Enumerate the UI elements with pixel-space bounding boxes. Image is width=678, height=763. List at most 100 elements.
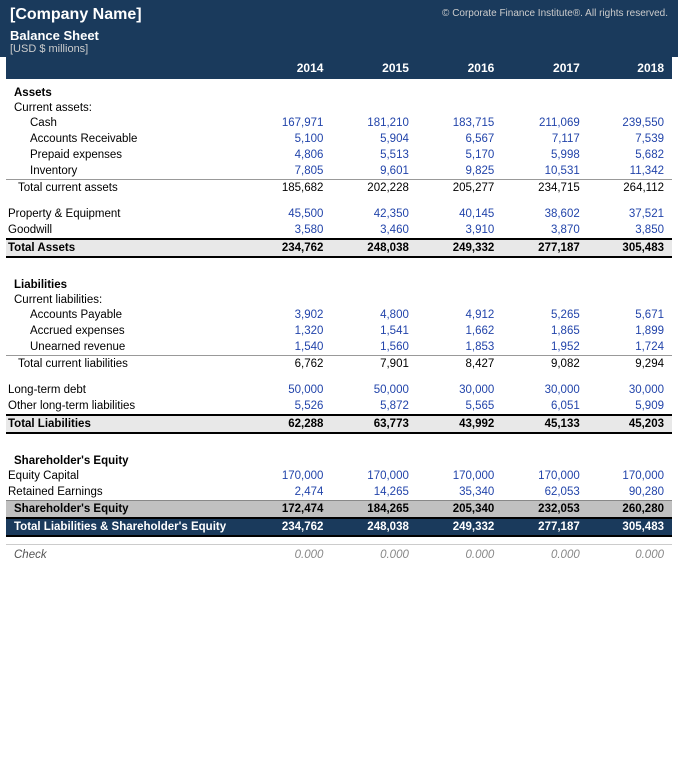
ar-2017: 7,117 [502, 131, 587, 147]
other-lt-2018: 5,909 [588, 398, 672, 415]
tcl-2018: 9,294 [588, 356, 672, 373]
retained-label: Retained Earnings [6, 484, 246, 501]
inventory-2016: 9,825 [417, 163, 502, 180]
ap-2015: 4,800 [331, 307, 416, 323]
check-2014: 0.000 [246, 544, 331, 563]
goodwill-2016: 3,910 [417, 222, 502, 239]
col-label [6, 57, 246, 79]
ltd-2017: 30,000 [502, 382, 587, 398]
re-2014: 2,474 [246, 484, 331, 501]
accrued-2014: 1,320 [246, 323, 331, 339]
total-liabilities-row: Total Liabilities 62,288 63,773 43,992 4… [6, 415, 672, 433]
accrued-2018: 1,899 [588, 323, 672, 339]
other-lt-2017: 6,051 [502, 398, 587, 415]
ppe-2015: 42,350 [331, 206, 416, 222]
ppe-2014: 45,500 [246, 206, 331, 222]
accrued-2016: 1,662 [417, 323, 502, 339]
other-lt-2014: 5,526 [246, 398, 331, 415]
accrued-2017: 1,865 [502, 323, 587, 339]
inventory-label: Inventory [6, 163, 246, 180]
ppe-2016: 40,145 [417, 206, 502, 222]
prepaid-2015: 5,513 [331, 147, 416, 163]
equity-capital-label: Equity Capital [6, 468, 246, 484]
ltd-2018: 30,000 [588, 382, 672, 398]
accrued-2015: 1,541 [331, 323, 416, 339]
col-2018: 2018 [588, 57, 672, 79]
spacer-3 [6, 372, 672, 382]
ppe-2017: 38,602 [502, 206, 587, 222]
ap-row: Accounts Payable 3,902 4,800 4,912 5,265… [6, 307, 672, 323]
total-liab-equity-label: Total Liabilities & Shareholder's Equity [6, 518, 246, 536]
ltd-2015: 50,000 [331, 382, 416, 398]
cash-2014: 167,971 [246, 115, 331, 131]
ap-2017: 5,265 [502, 307, 587, 323]
prepaid-2018: 5,682 [588, 147, 672, 163]
company-name: [Company Name] [10, 6, 142, 24]
ltd-label: Long-term debt [6, 382, 246, 398]
re-2016: 35,340 [417, 484, 502, 501]
tle-2015: 248,038 [331, 518, 416, 536]
cash-2015: 181,210 [331, 115, 416, 131]
ap-2014: 3,902 [246, 307, 331, 323]
ppe-row: Property & Equipment 45,500 42,350 40,14… [6, 206, 672, 222]
spacer-4 [6, 433, 672, 447]
spacer-2 [6, 257, 672, 271]
tl-2014: 62,288 [246, 415, 331, 433]
te-2015: 184,265 [331, 501, 416, 519]
tcl-2015: 7,901 [331, 356, 416, 373]
ec-2016: 170,000 [417, 468, 502, 484]
tcl-2016: 8,427 [417, 356, 502, 373]
unearned-2015: 1,560 [331, 339, 416, 356]
te-2016: 205,340 [417, 501, 502, 519]
prepaid-label: Prepaid expenses [6, 147, 246, 163]
te-2018: 260,280 [588, 501, 672, 519]
total-assets-row: Total Assets 234,762 248,038 249,332 277… [6, 239, 672, 257]
total-current-assets-label: Total current assets [6, 180, 246, 197]
spacer-5 [6, 536, 672, 544]
tl-2018: 45,203 [588, 415, 672, 433]
tca-2017: 234,715 [502, 180, 587, 197]
tca-2014: 185,682 [246, 180, 331, 197]
cash-row: Cash 167,971 181,210 183,715 211,069 239… [6, 115, 672, 131]
accrued-label: Accrued expenses [6, 323, 246, 339]
equity-capital-row: Equity Capital 170,000 170,000 170,000 1… [6, 468, 672, 484]
col-2014: 2014 [246, 57, 331, 79]
retained-row: Retained Earnings 2,474 14,265 35,340 62… [6, 484, 672, 501]
inventory-2014: 7,805 [246, 163, 331, 180]
prepaid-2017: 5,998 [502, 147, 587, 163]
total-current-liabilities-row: Total current liabilities 6,762 7,901 8,… [6, 356, 672, 373]
cash-2018: 239,550 [588, 115, 672, 131]
re-2015: 14,265 [331, 484, 416, 501]
ta-2018: 305,483 [588, 239, 672, 257]
ar-row: Accounts Receivable 5,100 5,904 6,567 7,… [6, 131, 672, 147]
equity-header: Shareholder's Equity [6, 447, 672, 468]
tl-2017: 45,133 [502, 415, 587, 433]
accrued-row: Accrued expenses 1,320 1,541 1,662 1,865… [6, 323, 672, 339]
cash-2017: 211,069 [502, 115, 587, 131]
check-2018: 0.000 [588, 544, 672, 563]
check-row: Check 0.000 0.000 0.000 0.000 0.000 [6, 544, 672, 563]
cash-2016: 183,715 [417, 115, 502, 131]
tle-2016: 249,332 [417, 518, 502, 536]
ec-2015: 170,000 [331, 468, 416, 484]
tcl-label: Total current liabilities [6, 356, 246, 373]
ec-2014: 170,000 [246, 468, 331, 484]
re-2017: 62,053 [502, 484, 587, 501]
ta-2014: 234,762 [246, 239, 331, 257]
header: [Company Name] © Corporate Finance Insti… [0, 0, 678, 28]
ar-label: Accounts Receivable [6, 131, 246, 147]
ar-2015: 5,904 [331, 131, 416, 147]
ltd-2014: 50,000 [246, 382, 331, 398]
total-current-assets-row: Total current assets 185,682 202,228 205… [6, 180, 672, 197]
tle-2017: 277,187 [502, 518, 587, 536]
ap-label: Accounts Payable [6, 307, 246, 323]
ar-2016: 6,567 [417, 131, 502, 147]
prepaid-2016: 5,170 [417, 147, 502, 163]
ap-2018: 5,671 [588, 307, 672, 323]
check-2016: 0.000 [417, 544, 502, 563]
liabilities-header: Liabilities [6, 271, 672, 292]
tl-2015: 63,773 [331, 415, 416, 433]
ar-2018: 7,539 [588, 131, 672, 147]
unearned-2017: 1,952 [502, 339, 587, 356]
goodwill-2015: 3,460 [331, 222, 416, 239]
